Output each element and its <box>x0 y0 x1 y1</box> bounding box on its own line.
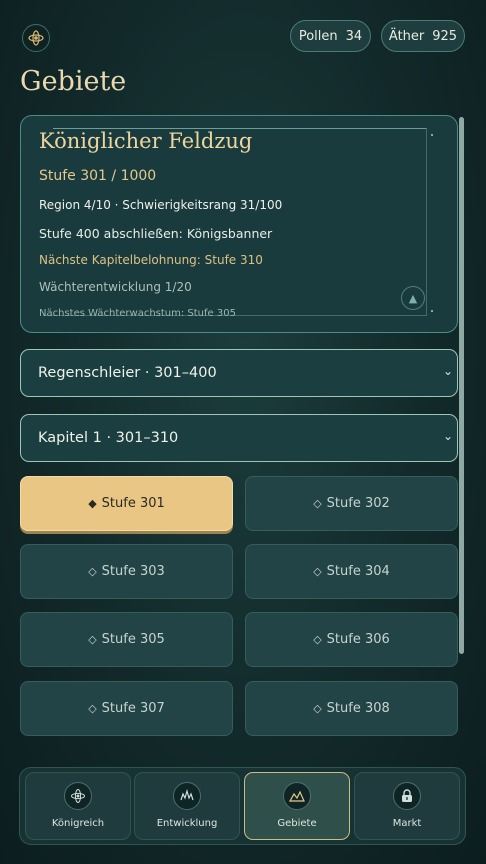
stage-label: Stufe 305 <box>101 632 165 647</box>
nav-item-entwicklung[interactable]: Entwicklung <box>134 772 240 840</box>
diamond-outline-icon: ◇ <box>313 702 322 715</box>
card-side-rule <box>426 128 427 316</box>
stage-tile[interactable]: ◇ Stufe 308 <box>245 681 458 736</box>
nav-label: Markt <box>392 818 422 829</box>
diamond-outline-icon: ◇ <box>313 565 322 578</box>
nav-label: Königreich <box>51 818 105 829</box>
stage-tile[interactable]: ◇ Stufe 302 <box>245 476 458 531</box>
stage-tile[interactable]: ◇ Stufe 307 <box>20 681 233 736</box>
nav-item-gebiete[interactable]: Gebiete <box>244 772 350 840</box>
diamond-outline-icon: ◇ <box>88 702 97 715</box>
region-select[interactable]: Regenschleier · 301–400 ⌄ <box>20 349 458 397</box>
chapter-select[interactable]: Kapitel 1 · 301–310 ⌄ <box>20 414 458 462</box>
stage-tile[interactable]: ◇ Stufe 306 <box>245 612 458 667</box>
guardian-development: Wächterentwicklung 1/20 <box>39 280 192 294</box>
stage-label: Stufe 301 <box>101 496 165 511</box>
page-title: Gebiete <box>20 66 127 97</box>
region-rank: Region 4/10 · Schwierigkeitsrang 31/100 <box>39 198 283 212</box>
stage-tile[interactable]: ◆ Stufe 301 <box>20 476 233 531</box>
stage-label: Stufe 307 <box>101 701 165 716</box>
aether-value: 925 <box>432 28 458 44</box>
stage-label: Stufe 304 <box>326 564 390 579</box>
stage-label: Stufe 306 <box>326 632 390 647</box>
nav-item-markt[interactable]: Markt <box>354 772 460 840</box>
campaign-title: Königlicher Feldzug <box>39 129 253 153</box>
development-icon <box>173 782 201 810</box>
lock-icon <box>393 782 421 810</box>
campaign-card: Königlicher Feldzug Stufe 301 / 1000 Reg… <box>20 115 458 333</box>
diamond-outline-icon: ◇ <box>313 633 322 646</box>
pollen-value: 34 <box>345 28 363 44</box>
stage-tile[interactable]: ◇ Stufe 305 <box>20 612 233 667</box>
nav-label: Gebiete <box>277 818 317 829</box>
app-logo-icon <box>22 24 50 52</box>
stage-label: Stufe 308 <box>326 701 390 716</box>
diamond-outline-icon: ◇ <box>313 497 322 510</box>
nav-item-koenigreich[interactable]: Königreich <box>25 772 131 840</box>
diamond-outline-icon: ◇ <box>88 633 97 646</box>
stage-label: Stufe 302 <box>326 496 390 511</box>
ornament-dot <box>431 310 433 312</box>
chevron-down-icon: ⌄ <box>442 429 453 443</box>
nav-label: Entwicklung <box>156 818 218 829</box>
region-select-value: Regenschleier · 301–400 <box>38 365 217 381</box>
stage-progress: Stufe 301 / 1000 <box>39 168 157 184</box>
guardian-next-growth: Nächstes Wächterwachstum: Stufe 305 <box>39 308 236 319</box>
aether-counter[interactable]: Äther 925 <box>381 20 465 52</box>
ornament-dot <box>431 134 433 136</box>
stage-label: Stufe 303 <box>101 564 165 579</box>
scrollbar[interactable] <box>459 117 464 654</box>
diamond-outline-icon: ◇ <box>88 565 97 578</box>
chevron-up-icon[interactable]: ▲ <box>401 286 425 310</box>
pollen-counter[interactable]: Pollen 34 <box>290 20 371 52</box>
kingdom-icon <box>64 782 92 810</box>
pollen-label: Pollen <box>298 28 338 44</box>
aether-label: Äther <box>388 28 425 44</box>
stage-tile[interactable]: ◇ Stufe 303 <box>20 544 233 599</box>
campaign-goal: Stufe 400 abschließen: Königsbanner <box>39 226 273 241</box>
next-chapter-reward: Nächste Kapitelbelohnung: Stufe 310 <box>39 253 263 267</box>
regions-icon <box>283 782 311 810</box>
stage-tile[interactable]: ◇ Stufe 304 <box>245 544 458 599</box>
diamond-filled-icon: ◆ <box>88 497 97 510</box>
bottom-nav: Königreich Entwicklung Gebiete Markt <box>19 767 466 845</box>
chapter-select-value: Kapitel 1 · 301–310 <box>38 430 179 446</box>
chevron-down-icon: ⌄ <box>442 364 453 378</box>
